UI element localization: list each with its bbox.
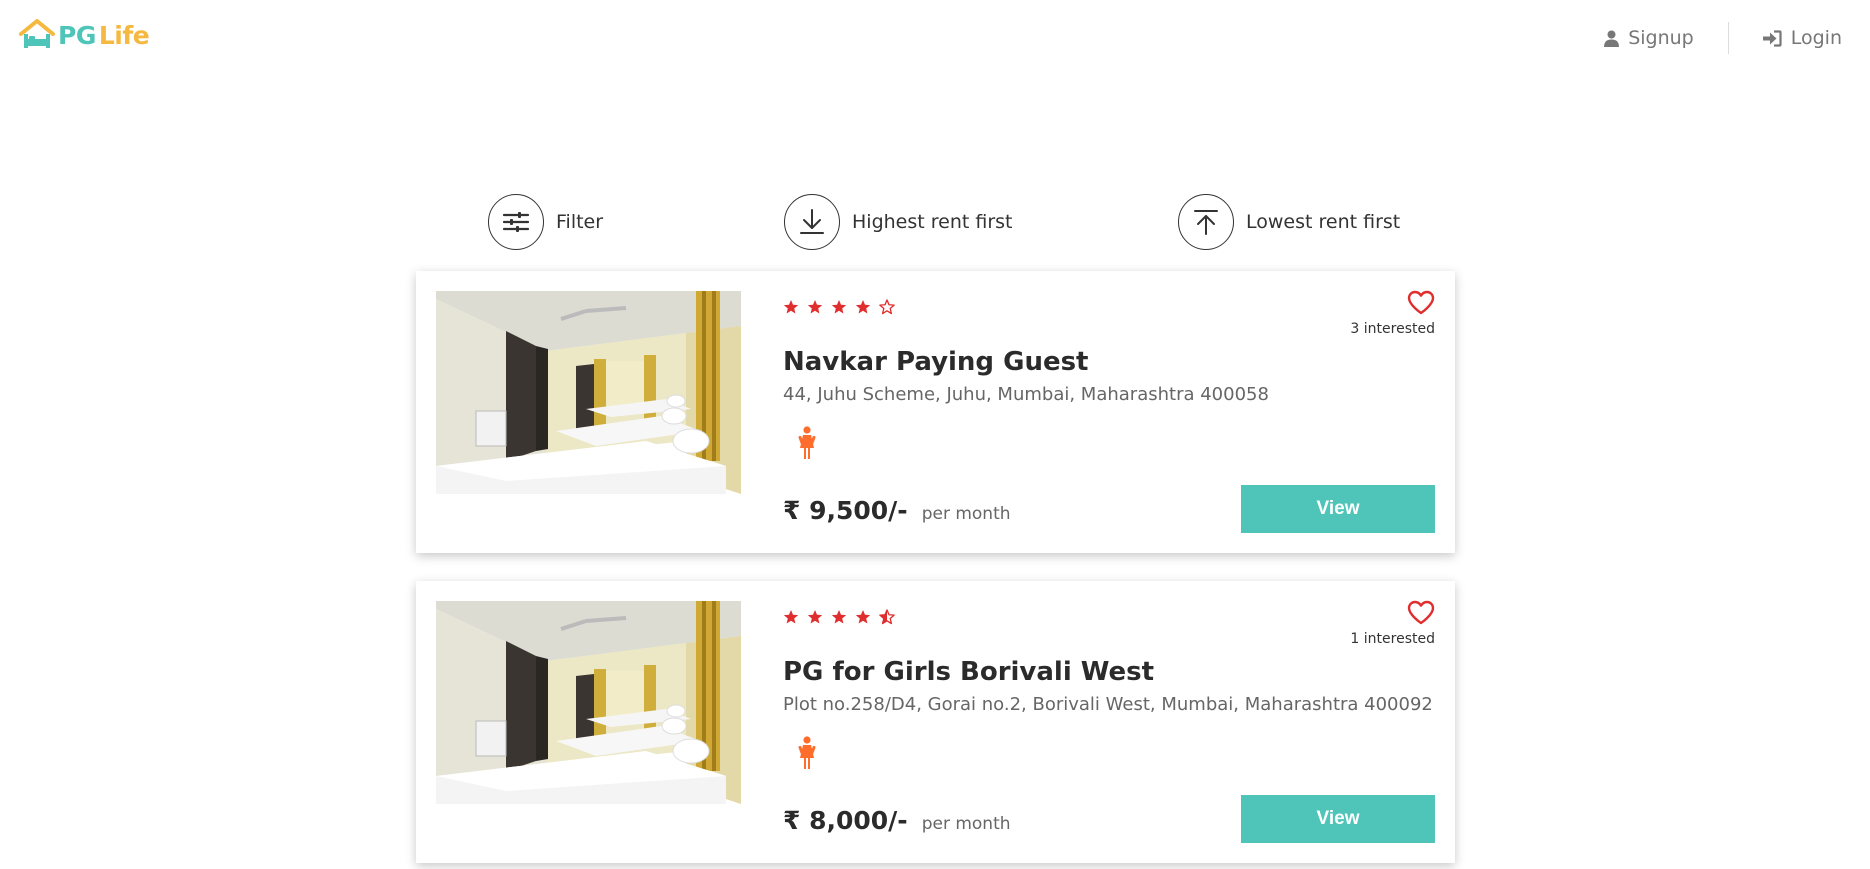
- property-card: 3 interested Navkar Paying Guest 44, Juh…: [416, 271, 1455, 553]
- arrow-up-from-line-icon: [1194, 210, 1218, 235]
- rent-amount: ₹ 8,000/-: [783, 806, 908, 835]
- rent-unit: per month: [921, 504, 1011, 524]
- logo-life-text: Life: [98, 20, 150, 50]
- rent-block: ₹ 8,000/- per month: [783, 806, 1011, 835]
- heart-icon[interactable]: [1407, 600, 1435, 629]
- star-full-icon: [855, 300, 871, 314]
- female-icon: [797, 736, 817, 774]
- arrow-down-to-line-icon: [800, 209, 824, 234]
- house-bed-logo-icon: [19, 19, 55, 48]
- logo[interactable]: PG Life: [18, 19, 150, 51]
- filter-label: Filter: [556, 211, 604, 233]
- interested-count: 3 interested: [1350, 321, 1435, 337]
- filter-button[interactable]: Filter: [488, 194, 603, 250]
- star-full-icon: [831, 610, 847, 624]
- female-icon: [797, 426, 817, 464]
- star-rating: [783, 299, 903, 315]
- interested-count: 1 interested: [1350, 631, 1435, 647]
- star-full-icon: [807, 610, 823, 624]
- rent-block: ₹ 9,500/- per month: [783, 496, 1011, 525]
- header: PG Life Signup Login: [0, 0, 1870, 80]
- star-full-icon: [807, 300, 823, 314]
- lowest-rent-first-button[interactable]: Lowest rent first: [1178, 194, 1400, 250]
- property-address: 44, Juhu Scheme, Juhu, Mumbai, Maharasht…: [783, 384, 1269, 405]
- star-empty-icon: [879, 299, 895, 315]
- star-full-icon: [783, 300, 799, 314]
- property-image[interactable]: [436, 291, 741, 494]
- signup-link[interactable]: Signup: [1604, 27, 1694, 49]
- user-icon: [1604, 30, 1620, 47]
- top-nav: Signup Login: [1604, 22, 1842, 54]
- star-rating: [783, 609, 903, 625]
- view-button[interactable]: View: [1241, 485, 1435, 533]
- star-full-icon: [831, 300, 847, 314]
- login-link[interactable]: Login: [1762, 27, 1842, 49]
- star-full-icon: [855, 610, 871, 624]
- property-name[interactable]: Navkar Paying Guest: [783, 347, 1089, 377]
- star-half-icon: [879, 609, 895, 625]
- interest-block: 1 interested: [1315, 600, 1435, 647]
- highest-rent-first-button[interactable]: Highest rent first: [784, 194, 1013, 250]
- logo-pg-text: PG: [58, 20, 96, 50]
- interest-block: 3 interested: [1315, 290, 1435, 337]
- rent-amount: ₹ 9,500/-: [783, 496, 908, 525]
- heart-icon[interactable]: [1407, 290, 1435, 319]
- sort-filter-bar: Filter Highest rent first Lowest rent fi…: [0, 194, 1870, 250]
- property-image[interactable]: [436, 601, 741, 804]
- lowest-rent-label: Lowest rent first: [1246, 211, 1401, 233]
- property-card: 1 interested PG for Girls Borivali West …: [416, 581, 1455, 863]
- signup-label: Signup: [1628, 27, 1694, 49]
- property-address: Plot no.258/D4, Gorai no.2, Borivali Wes…: [783, 694, 1433, 715]
- sign-in-icon: [1762, 29, 1782, 47]
- login-label: Login: [1790, 27, 1842, 49]
- sliders-icon: [502, 212, 530, 232]
- highest-rent-label: Highest rent first: [852, 211, 1013, 233]
- rent-unit: per month: [921, 814, 1011, 834]
- star-full-icon: [783, 610, 799, 624]
- property-name[interactable]: PG for Girls Borivali West: [783, 657, 1154, 687]
- view-button[interactable]: View: [1241, 795, 1435, 843]
- nav-divider: [1727, 22, 1729, 54]
